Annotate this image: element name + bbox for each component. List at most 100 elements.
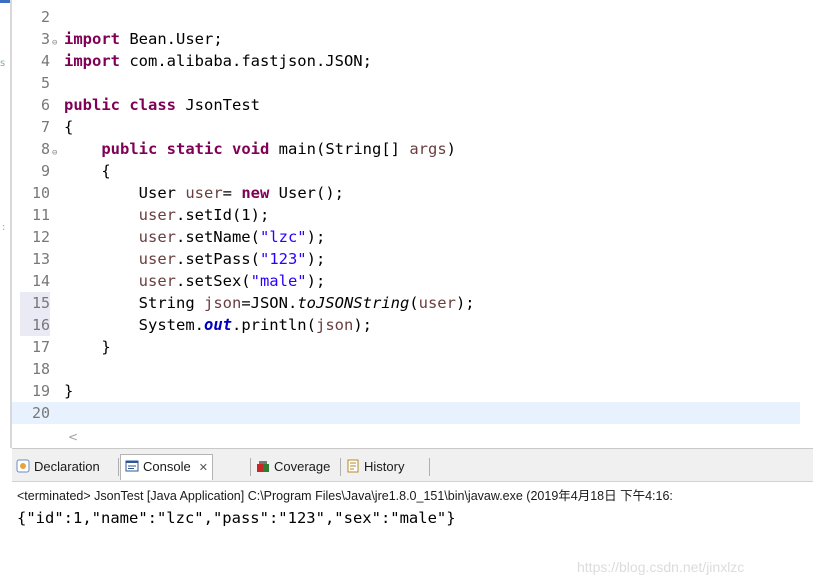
- code-token: new: [241, 184, 270, 202]
- code-token: json: [203, 294, 242, 312]
- watermark: https://blog.csdn.net/jinxlzc: [577, 559, 745, 575]
- line-number: 9: [40, 162, 50, 180]
- code-token: );: [306, 228, 326, 246]
- code-line[interactable]: 9 {: [12, 160, 800, 182]
- code-token: static: [166, 140, 223, 158]
- console-status-line: <terminated> JsonTest [Java Application]…: [17, 489, 673, 503]
- code-line[interactable]: 12 user.setName("lzc");: [12, 226, 800, 248]
- code-line[interactable]: 17 }: [12, 336, 800, 358]
- line-number: 19: [31, 382, 50, 400]
- code-line[interactable]: 4 import com.alibaba.fastjson.JSON;: [12, 50, 800, 72]
- code-text: System.out.println(json);: [64, 314, 372, 336]
- code-line[interactable]: 19}: [12, 380, 800, 402]
- code-line[interactable]: 3 ⊖ import Bean.User;: [12, 28, 800, 50]
- line-number: 20: [31, 404, 50, 422]
- code-token: .setId(1);: [175, 206, 270, 224]
- tab-label: Declaration: [34, 459, 100, 474]
- code-line[interactable]: 5: [12, 72, 800, 94]
- declaration-icon: [16, 458, 30, 473]
- line-number: 10: [31, 184, 50, 202]
- line-number: 3: [40, 30, 50, 48]
- console-output[interactable]: {"id":1,"name":"lzc","pass":"123","sex":…: [17, 509, 456, 527]
- code-line[interactable]: 13 user.setPass("123");: [12, 248, 800, 270]
- code-token: user: [138, 206, 176, 224]
- code-token: =: [222, 184, 242, 202]
- code-line[interactable]: 10 User user= new User();: [12, 182, 800, 204]
- code-token: JsonTest: [176, 96, 261, 114]
- line-number: 7: [40, 118, 50, 136]
- code-token: json: [315, 316, 354, 334]
- code-token: public: [64, 96, 120, 114]
- code-token: User: [64, 184, 186, 202]
- code-text: }: [64, 380, 73, 402]
- code-text: public static void main(String[] args): [64, 138, 456, 160]
- code-token: );: [353, 316, 372, 334]
- code-text: user.setId(1);: [64, 204, 270, 226]
- code-text: import com.alibaba.fastjson.JSON;: [64, 50, 372, 72]
- code-text: {: [64, 116, 73, 138]
- line-number: 17: [31, 338, 50, 356]
- tab-label: Coverage: [274, 459, 331, 474]
- code-text: import Bean.User;: [64, 28, 223, 50]
- line-number: 8: [40, 140, 50, 158]
- code-line[interactable]: 11 user.setId(1);: [12, 204, 800, 226]
- code-token: );: [455, 294, 475, 312]
- code-token: args: [409, 140, 447, 158]
- code-token: .println(: [231, 316, 316, 334]
- code-line[interactable]: 16 System.out.println(json);: [12, 314, 800, 336]
- code-line[interactable]: 20: [12, 402, 800, 424]
- code-token: Bean.User;: [120, 30, 223, 48]
- code-text: public class JsonTest: [64, 94, 260, 116]
- code-token: );: [306, 272, 326, 290]
- code-line[interactable]: 15 String json=JSON.toJSONString(user);: [12, 292, 800, 314]
- code-line[interactable]: 18: [12, 358, 800, 380]
- code-token: );: [306, 250, 326, 268]
- code-line[interactable]: 6 public class JsonTest: [12, 94, 800, 116]
- left-gutter-strip: s :: [0, 0, 12, 586]
- code-token: "male": [250, 272, 307, 290]
- code-token: public: [101, 140, 158, 158]
- close-icon[interactable]: ✕: [199, 462, 208, 474]
- code-line[interactable]: 8 ⊖ public static void main(String[] args…: [12, 138, 800, 160]
- scroll-left-arrow[interactable]: <: [68, 430, 78, 444]
- code-token: {: [64, 118, 74, 136]
- code-token: user: [185, 184, 223, 202]
- code-token: (: [409, 294, 419, 312]
- line-number: 18: [31, 360, 50, 378]
- console-icon: [125, 457, 139, 472]
- code-token: System.: [64, 316, 204, 334]
- horizontal-scrollbar[interactable]: <: [12, 428, 800, 447]
- code-token: toJSONString: [297, 294, 410, 312]
- tab-declaration[interactable]: Declaration: [12, 456, 104, 478]
- code-token: }: [64, 338, 111, 356]
- code-line[interactable]: 2: [12, 6, 800, 28]
- line-number: 16: [20, 314, 50, 336]
- code-text: {: [64, 160, 110, 182]
- tab-coverage[interactable]: Coverage: [252, 456, 334, 478]
- tab-console[interactable]: Console ✕: [120, 454, 213, 480]
- coverage-icon: [256, 458, 270, 472]
- code-token: =JSON.: [241, 294, 298, 312]
- code-token: .setSex(: [175, 272, 251, 290]
- code-token: main(String[]: [269, 140, 410, 158]
- tab-history[interactable]: History: [342, 456, 408, 478]
- gutter-marker: s: [0, 58, 6, 69]
- console-panel: Declaration Console ✕ Coverage History <term…: [12, 448, 813, 587]
- tab-separator: [118, 458, 119, 476]
- line-number: 15: [20, 292, 50, 314]
- code-line[interactable]: 7{: [12, 116, 800, 138]
- tab-separator: [340, 458, 341, 476]
- code-token: user: [418, 294, 456, 312]
- code-line[interactable]: 14 user.setSex("male");: [12, 270, 800, 292]
- code-editor[interactable]: 2 3 ⊖ import Bean.User; 4 import com.alibaba.…: [12, 0, 800, 448]
- gutter-marker: :: [2, 222, 6, 233]
- code-text: user.setSex("male");: [64, 270, 326, 292]
- history-icon: [346, 458, 360, 473]
- tab-label: History: [364, 459, 405, 474]
- line-number: 14: [31, 272, 50, 290]
- code-token: User();: [269, 184, 344, 202]
